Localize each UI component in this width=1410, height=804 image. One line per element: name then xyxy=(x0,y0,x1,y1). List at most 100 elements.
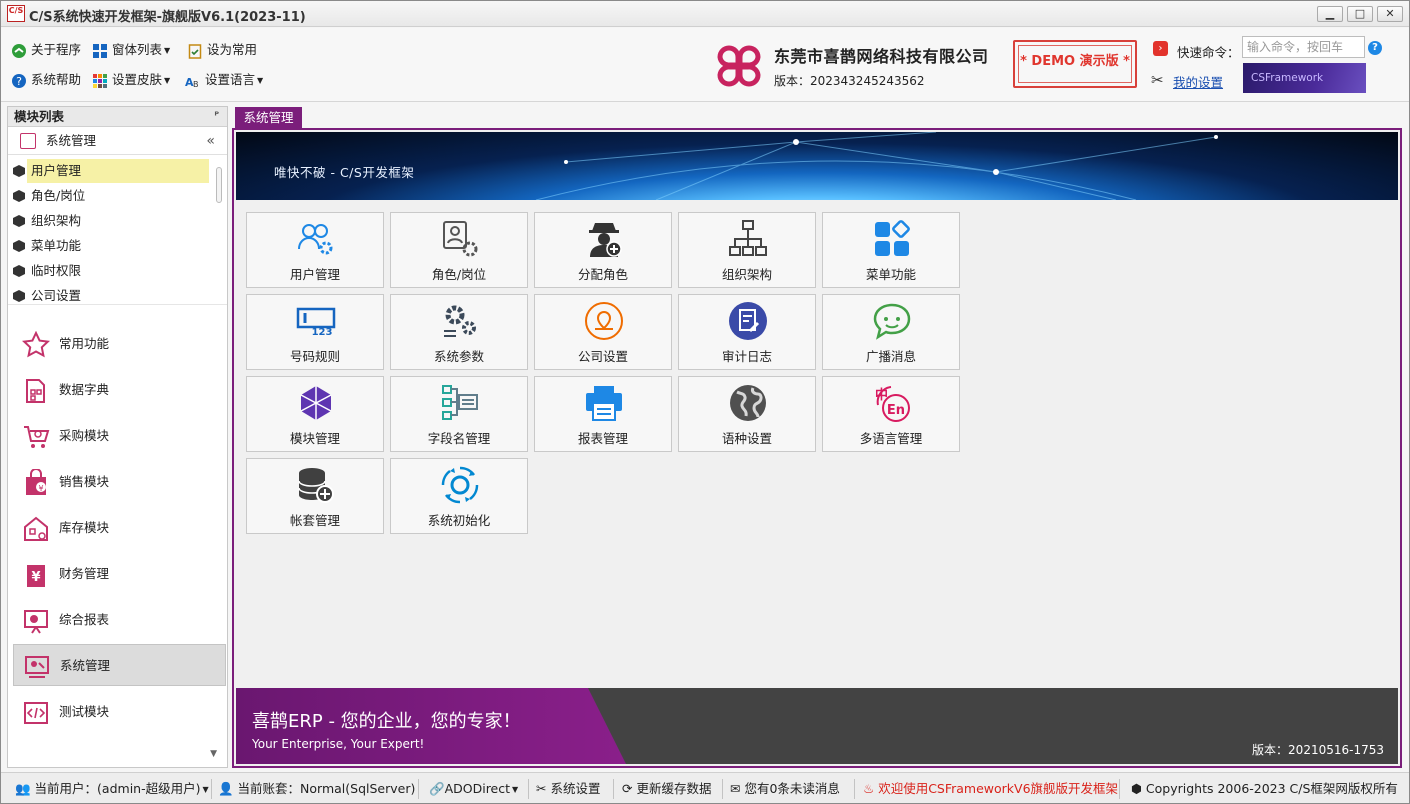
tree-item-user-management[interactable]: 用户管理 xyxy=(27,159,209,183)
messages-text: 您有0条未读消息 xyxy=(744,781,840,796)
my-settings-link[interactable]: 我的设置 xyxy=(1173,72,1223,91)
tree-item-temp-permission[interactable]: 临时权限 xyxy=(8,259,210,283)
mail-icon: ✉ xyxy=(730,781,745,796)
tile-number-rule[interactable]: 123 号码规则 xyxy=(246,294,384,370)
tile-system-params[interactable]: 系统参数 xyxy=(390,294,528,370)
nav-data-dictionary[interactable]: 数据字典 xyxy=(13,369,226,411)
divider xyxy=(1119,779,1120,799)
refresh-cache-button[interactable]: ⟳ 更新缓存数据 xyxy=(622,780,711,798)
account-icon: 👤 xyxy=(218,781,238,796)
language-dropdown[interactable]: A B 设置语言 ▼ xyxy=(185,69,263,91)
nav-common-functions[interactable]: 常用功能 xyxy=(13,323,226,365)
nav-inventory[interactable]: 库存模块 xyxy=(13,507,226,549)
welcome-text: 欢迎使用CSFrameworkV6旗舰版开发框架 xyxy=(878,781,1119,796)
nav-test-module[interactable]: 测试模块 xyxy=(13,691,226,733)
windows-icon xyxy=(93,43,107,58)
globe-icon xyxy=(730,385,766,421)
help-button[interactable]: ? 系统帮助 xyxy=(11,69,81,91)
tree-scrollbar[interactable] xyxy=(215,157,223,297)
window-title: C/S系统快速开发框架-旗舰版V6.1(2023-11) xyxy=(29,10,306,25)
ado-dropdown[interactable]: 🔗ADODirect ▼ xyxy=(429,780,518,798)
nav-system-admin[interactable]: 系统管理 xyxy=(13,644,226,686)
collapse-icon[interactable]: « xyxy=(206,127,215,155)
quick-command-label: 快速命令： xyxy=(1177,45,1240,60)
tile-assign-role[interactable]: 分配角色 xyxy=(534,212,672,288)
svg-text:En: En xyxy=(887,403,905,418)
help-icon[interactable]: ? xyxy=(1368,41,1382,55)
tile-org-structure[interactable]: 组织架构 xyxy=(678,212,816,288)
messages-button[interactable]: ✉ 您有0条未读消息 xyxy=(730,780,840,798)
tree-item-role[interactable]: 角色/岗位 xyxy=(8,184,210,208)
star-icon xyxy=(22,331,50,358)
tile-company-settings[interactable]: 公司设置 xyxy=(534,294,672,370)
nav-finance[interactable]: ¥ 财务管理 xyxy=(13,553,226,595)
tile-report-management[interactable]: 报表管理 xyxy=(534,376,672,452)
company-logo xyxy=(717,45,761,87)
role-gear-icon xyxy=(443,221,478,257)
tile-module-management[interactable]: 模块管理 xyxy=(246,376,384,452)
tree-item-label: 组织架构 xyxy=(31,213,82,228)
module-group-header[interactable]: 系统管理 « xyxy=(8,127,227,155)
spy-add-icon xyxy=(589,223,622,257)
tree-item-org[interactable]: 组织架构 xyxy=(8,209,210,233)
welcome-message: ♨ 欢迎使用CSFrameworkV6旗舰版开发框架 xyxy=(863,780,1118,798)
windows-list-dropdown[interactable]: 窗体列表 ▼ xyxy=(92,39,170,61)
cube-icon xyxy=(13,265,25,277)
database-add-icon xyxy=(298,468,334,503)
quick-command-input[interactable] xyxy=(1242,36,1365,58)
skin-dropdown[interactable]: 设置皮肤 ▼ xyxy=(92,69,170,91)
tile-label: 角色/岗位 xyxy=(431,267,487,282)
tile-field-name[interactable]: 字段名管理 xyxy=(390,376,528,452)
tree-item-label: 角色/岗位 xyxy=(31,188,86,203)
nav-label: 销售模块 xyxy=(59,474,110,489)
tree-item-menu[interactable]: 菜单功能 xyxy=(8,234,210,258)
nav-label: 测试模块 xyxy=(59,704,110,719)
cube-icon: ⬢ xyxy=(1131,781,1146,796)
close-button[interactable]: ✕ xyxy=(1377,6,1403,22)
title-bar: C/S C/S系统快速开发框架-旗舰版V6.1(2023-11) ▁ □ ✕ xyxy=(1,1,1409,27)
nav-label: 综合报表 xyxy=(59,612,110,627)
tools-icon: ✂ xyxy=(1151,71,1164,89)
nav-sales[interactable]: ¥ 销售模块 xyxy=(13,461,226,503)
tile-multi-language[interactable]: 中 En 多语言管理 xyxy=(822,376,960,452)
system-settings-button[interactable]: ✂ 系统设置 xyxy=(536,780,600,798)
dictionary-icon xyxy=(26,379,45,403)
audit-log-icon xyxy=(729,302,767,340)
menu-blocks-icon xyxy=(875,220,910,256)
tile-role[interactable]: 角色/岗位 xyxy=(390,212,528,288)
set-common-button[interactable]: 设为常用 xyxy=(187,39,257,61)
tile-audit-log[interactable]: 审计日志 xyxy=(678,294,816,370)
tile-language-settings[interactable]: 语种设置 xyxy=(678,376,816,452)
scrollbar-thumb[interactable] xyxy=(216,167,222,203)
link-icon: 🔗 xyxy=(429,781,445,796)
code-icon xyxy=(24,702,48,724)
system-settings-text: 系统设置 xyxy=(550,781,601,796)
minimize-button[interactable]: ▁ xyxy=(1317,6,1343,22)
current-account-text: 当前账套：Normal(SqlServer) xyxy=(237,781,416,796)
tile-label: 审计日志 xyxy=(721,349,772,364)
windows-list-label: 窗体列表 xyxy=(112,42,163,57)
nav-label: 系统管理 xyxy=(60,658,111,673)
csframework-banner[interactable]: CSFramework xyxy=(1243,63,1366,93)
module-tree: 用户管理 角色/岗位 组织架构 菜单功能 临时权限 公司设置 xyxy=(8,155,227,305)
tree-item-company[interactable]: 公司设置 xyxy=(8,284,210,304)
about-button[interactable]: 关于程序 xyxy=(11,39,81,61)
nav-purchase[interactable]: 采购模块 xyxy=(13,415,226,457)
nav-reports[interactable]: 综合报表 xyxy=(13,599,226,641)
current-user-dropdown[interactable]: 👥 当前用户：(admin-超级用户) ▼ xyxy=(15,780,209,798)
pin-icon[interactable]: ᴾ xyxy=(214,107,219,127)
tile-label: 字段名管理 xyxy=(427,431,491,446)
tile-broadcast[interactable]: 广播消息 xyxy=(822,294,960,370)
company-name: 东莞市喜鹊网络科技有限公司 xyxy=(774,47,989,66)
scroll-down-icon[interactable]: ▼ xyxy=(210,749,217,759)
tile-account-set[interactable]: 帐套管理 xyxy=(246,458,384,534)
tile-menu-function[interactable]: 菜单功能 xyxy=(822,212,960,288)
cube-icon xyxy=(13,240,25,252)
tile-system-init[interactable]: 系统初始化 xyxy=(390,458,528,534)
location-icon xyxy=(585,302,623,340)
maximize-button[interactable]: □ xyxy=(1347,6,1373,22)
tab-system-admin[interactable]: 系统管理 xyxy=(235,107,302,129)
about-label: 关于程序 xyxy=(31,42,82,57)
divider xyxy=(528,779,529,799)
tile-user-management[interactable]: 用户管理 xyxy=(246,212,384,288)
